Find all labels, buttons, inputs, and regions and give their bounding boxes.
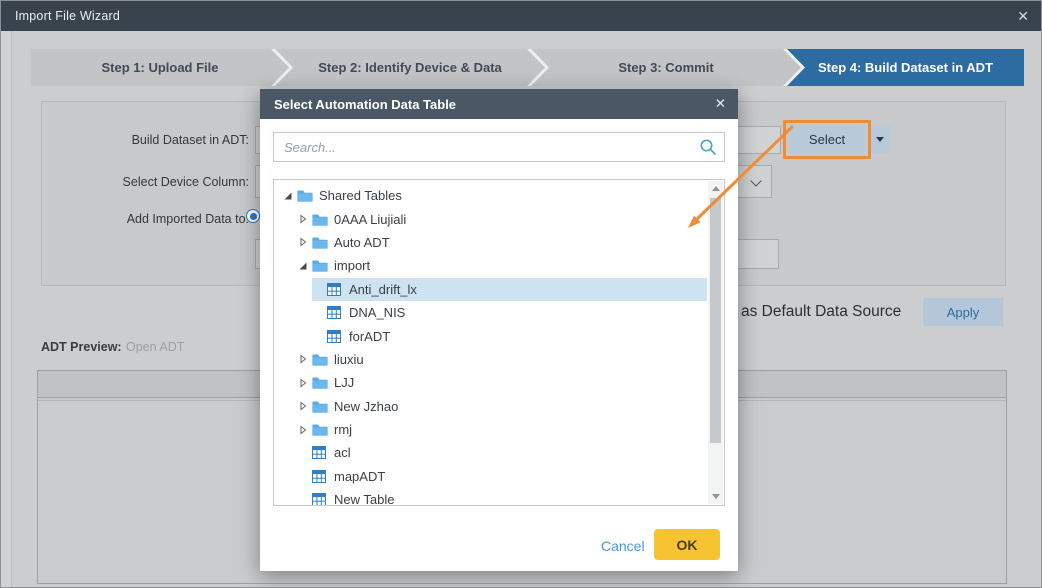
tree-item-label: Shared Tables	[319, 188, 402, 203]
search-box	[273, 132, 725, 162]
tree-item-label: Anti_drift_lx	[349, 282, 417, 297]
device-column-label: Select Device Column:	[42, 175, 249, 189]
tree-item-rmj[interactable]: rmj	[274, 418, 707, 441]
tree-item-label: import	[334, 258, 370, 273]
cancel-button[interactable]: Cancel	[601, 538, 645, 554]
tree-item-label: DNA_NIS	[349, 305, 405, 320]
tree-item-ljj[interactable]: LJJ	[274, 371, 707, 394]
folder-icon	[297, 189, 314, 202]
tree-item-label: LJJ	[334, 375, 354, 390]
select-dropdown-button[interactable]	[869, 126, 891, 153]
tree-item-new-jzhao[interactable]: New Jzhao	[274, 395, 707, 418]
folder-icon	[312, 259, 329, 272]
window-close-icon[interactable]: ✕	[1017, 1, 1029, 31]
folder-icon	[312, 376, 329, 389]
modal-header: Select Automation Data Table ✕	[260, 89, 738, 119]
tree-item-label: forADT	[349, 329, 390, 344]
table-icon	[327, 330, 344, 343]
tree-item-foradt[interactable]: forADT	[274, 324, 707, 347]
open-adt-link[interactable]: Open ADT	[126, 340, 184, 354]
tree-item-shared-tables[interactable]: Shared Tables	[274, 184, 707, 207]
titlebar: Import File Wizard ✕	[1, 1, 1041, 31]
chevron-down-icon	[750, 175, 761, 186]
import-file-wizard-dialog: Import File Wizard ✕ Step 1: Upload File…	[0, 0, 1042, 588]
tree-item-label: mapADT	[334, 469, 385, 484]
tree-item-label: liuxiu	[334, 352, 364, 367]
tree-item-auto-adt[interactable]: Auto ADT	[274, 231, 707, 254]
tree-collapsed-icon[interactable]	[297, 401, 309, 411]
adt-tree-panel: Shared Tables 0AAA Liujiali Auto ADT import…	[273, 179, 725, 506]
folder-icon	[312, 400, 329, 413]
tree-collapsed-icon[interactable]	[297, 378, 309, 388]
build-dataset-label: Build Dataset in ADT:	[42, 133, 249, 147]
tree-expanded-icon[interactable]	[297, 261, 309, 271]
tree-item-liuxiu[interactable]: liuxiu	[274, 348, 707, 371]
table-icon	[312, 493, 329, 506]
tree-item-label: New Jzhao	[334, 399, 398, 414]
scroll-down-icon[interactable]	[708, 489, 723, 504]
folder-icon	[312, 423, 329, 436]
search-icon[interactable]	[699, 138, 717, 156]
search-input[interactable]	[273, 132, 725, 162]
folder-icon	[312, 236, 329, 249]
tree-collapsed-icon[interactable]	[297, 237, 309, 247]
select-button[interactable]: Select	[790, 126, 864, 153]
add-imported-radio[interactable]	[246, 209, 260, 223]
table-icon	[312, 470, 329, 483]
table-icon	[327, 306, 344, 319]
step-2-tab[interactable]: Step 2: Identify Device & Data	[275, 49, 545, 86]
folder-icon	[312, 353, 329, 366]
adt-tree: Shared Tables 0AAA Liujiali Auto ADT import…	[274, 184, 707, 506]
select-adt-modal: Select Automation Data Table ✕ Shared Ta…	[260, 89, 738, 571]
tree-item-mapadt[interactable]: mapADT	[274, 465, 707, 488]
step-1-tab[interactable]: Step 1: Upload File	[31, 49, 289, 86]
step-3-tab[interactable]: Step 3: Commit	[531, 49, 801, 86]
tree-item-label: acl	[334, 445, 351, 460]
apply-button[interactable]: Apply	[923, 298, 1003, 326]
tree-item-0aaa-liujiali[interactable]: 0AAA Liujiali	[274, 207, 707, 230]
tree-collapsed-icon[interactable]	[297, 214, 309, 224]
modal-close-icon[interactable]: ✕	[715, 89, 726, 119]
wizard-steps: Step 1: Upload File Step 2: Identify Dev…	[31, 49, 1024, 86]
caret-down-icon	[876, 137, 884, 142]
adt-preview-label: ADT Preview:	[41, 340, 122, 354]
tree-collapsed-icon[interactable]	[297, 425, 309, 435]
tree-item-label: rmj	[334, 422, 352, 437]
tree-collapsed-icon[interactable]	[297, 354, 309, 364]
add-imported-label: Add Imported Data to:	[42, 212, 249, 226]
ok-button[interactable]: OK	[654, 529, 720, 560]
tree-item-new-table[interactable]: New Table	[274, 488, 707, 506]
tree-scrollbar[interactable]	[708, 181, 723, 504]
window-left-edge	[1, 31, 12, 587]
modal-title: Select Automation Data Table	[260, 97, 456, 112]
tree-expanded-icon[interactable]	[282, 191, 294, 201]
tree-item-label: New Table	[334, 492, 394, 506]
table-icon	[327, 283, 344, 296]
default-data-source-text: as Default Data Source	[741, 303, 901, 321]
tree-item-label: Auto ADT	[334, 235, 390, 250]
folder-icon	[312, 213, 329, 226]
tree-item-acl[interactable]: acl	[274, 441, 707, 464]
scrollbar-thumb[interactable]	[710, 198, 721, 443]
tree-item-dna-nis[interactable]: DNA_NIS	[274, 301, 707, 324]
scroll-up-icon[interactable]	[708, 181, 723, 196]
step-4-tab[interactable]: Step 4: Build Dataset in ADT	[787, 49, 1024, 86]
window-title: Import File Wizard	[1, 9, 120, 23]
tree-item-anti-drift-lx[interactable]: Anti_drift_lx	[274, 278, 707, 301]
tree-item-import[interactable]: import	[274, 254, 707, 277]
tree-item-label: 0AAA Liujiali	[334, 212, 406, 227]
table-icon	[312, 446, 329, 459]
